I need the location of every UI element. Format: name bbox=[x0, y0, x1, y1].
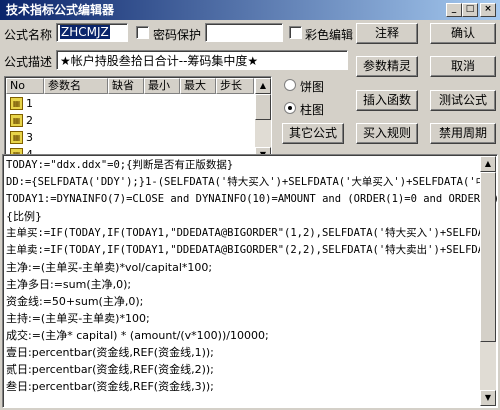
pie-chart-label: 饼图 bbox=[300, 80, 325, 94]
code-line: 成交:=(主净* capital) * (amount/(v*100))/100… bbox=[6, 329, 269, 342]
password-label: 密码保护 bbox=[153, 28, 202, 42]
code-line: 贰日:percentbar(资金线,REF(资金线,2)); bbox=[6, 363, 214, 376]
editor-scrollbar[interactable]: ▲ ▼ bbox=[480, 156, 496, 406]
formula-desc-label: 公式描述 bbox=[4, 55, 53, 69]
formula-name-input[interactable]: ZHCMJZ bbox=[56, 23, 128, 42]
scroll-thumb[interactable] bbox=[480, 172, 496, 342]
comment-button[interactable]: 注释 bbox=[356, 23, 418, 44]
other-formula-button[interactable]: 其它公式 bbox=[282, 123, 344, 144]
confirm-button[interactable]: 确认 bbox=[430, 23, 496, 44]
formula-name-label: 公式名称 bbox=[4, 28, 53, 42]
password-input[interactable] bbox=[205, 23, 283, 42]
color-edit-label: 彩色编辑 bbox=[305, 28, 354, 42]
param-table-scrollbar[interactable]: ▲ ▼ bbox=[255, 78, 271, 163]
code-line: TODAY1:=DYNAINFO(7)=CLOSE and DYNAINFO(1… bbox=[6, 193, 498, 205]
scroll-thumb[interactable] bbox=[255, 94, 271, 120]
formula-code-editor[interactable]: TODAY:="ddx.ddx"=0;{判断是否有正版数据} DD:={SELF… bbox=[2, 154, 498, 408]
insert-function-button[interactable]: 插入函数 bbox=[356, 90, 418, 111]
column-chart-radio[interactable] bbox=[284, 102, 296, 114]
col-header-max[interactable]: 最大 bbox=[180, 78, 216, 94]
col-header-min[interactable]: 最小 bbox=[144, 78, 180, 94]
param-icon: ▦ bbox=[10, 114, 23, 127]
pie-chart-radio[interactable] bbox=[284, 79, 296, 91]
param-row-no: 2 bbox=[26, 114, 33, 127]
param-row-no: 1 bbox=[26, 97, 33, 110]
param-row[interactable]: ▦ 2 bbox=[6, 112, 256, 129]
param-row-no: 3 bbox=[26, 131, 33, 144]
code-line: 壹日:percentbar(资金线,REF(资金线,1)); bbox=[6, 346, 214, 359]
column-chart-label: 柱图 bbox=[300, 103, 325, 117]
title-bar: 技术指标公式编辑器 bbox=[0, 0, 500, 20]
param-table-header: No 参数名 缺省 最小 最大 步长 bbox=[6, 78, 254, 94]
minimize-button[interactable]: _ bbox=[446, 3, 462, 17]
col-header-default[interactable]: 缺省 bbox=[108, 78, 144, 94]
code-line: 主单卖:=IF(TODAY,IF(TODAY1,"DDEDATA@BIGORDE… bbox=[6, 244, 491, 256]
scroll-up-icon[interactable]: ▲ bbox=[480, 156, 496, 172]
param-row[interactable]: ▦ 3 bbox=[6, 129, 256, 146]
code-line: DD:={SELFDATA('DDY');}1-(SELFDATA('特大买入'… bbox=[6, 176, 487, 188]
param-icon: ▦ bbox=[10, 97, 23, 110]
param-wizard-button[interactable]: 参数精灵 bbox=[356, 56, 418, 77]
scroll-down-icon[interactable]: ▼ bbox=[480, 390, 496, 406]
maximize-button[interactable]: □ bbox=[462, 3, 478, 17]
color-edit-checkbox[interactable] bbox=[289, 26, 302, 39]
code-line: 主净:=(主单买-主单卖)*vol/capital*100; bbox=[6, 261, 213, 274]
password-checkbox[interactable] bbox=[136, 26, 149, 39]
code-line: TODAY:="ddx.ddx"=0;{判断是否有正版数据} bbox=[6, 159, 234, 171]
param-table: No 参数名 缺省 最小 最大 步长 ▦ 1 ▦ 2 ▦ 3 ▦ 4 ▲ ▼ bbox=[4, 76, 272, 164]
test-formula-button[interactable]: 测试公式 bbox=[430, 90, 496, 111]
close-button[interactable]: × bbox=[480, 3, 496, 17]
disable-period-button[interactable]: 禁用周期 bbox=[430, 123, 496, 144]
code-line: 主持:=(主单买-主单卖)*100; bbox=[6, 312, 150, 325]
cancel-button[interactable]: 取消 bbox=[430, 56, 496, 77]
formula-name-value: ZHCMJZ bbox=[60, 25, 110, 39]
code-line: 叁日:percentbar(资金线,REF(资金线,3)); bbox=[6, 380, 214, 393]
col-header-param-name[interactable]: 参数名 bbox=[44, 78, 108, 94]
window-title: 技术指标公式编辑器 bbox=[6, 3, 115, 17]
formula-desc-input[interactable]: ★帐户持股叁拾日合计--筹码集中度★ bbox=[56, 50, 348, 70]
code-line: {比例} bbox=[6, 210, 42, 223]
scroll-up-icon[interactable]: ▲ bbox=[255, 78, 271, 94]
param-row[interactable]: ▦ 1 bbox=[6, 95, 256, 112]
buy-rules-button[interactable]: 买入规则 bbox=[356, 123, 418, 144]
code-line: 资金线:=50+sum(主净,0); bbox=[6, 295, 144, 308]
param-icon: ▦ bbox=[10, 131, 23, 144]
code-line: 主净多日:=sum(主净,0); bbox=[6, 278, 132, 291]
code-line: 主单买:=IF(TODAY,IF(TODAY1,"DDEDATA@BIGORDE… bbox=[6, 227, 491, 239]
col-header-no[interactable]: No bbox=[6, 78, 44, 94]
col-header-step[interactable]: 步长 bbox=[216, 78, 254, 94]
